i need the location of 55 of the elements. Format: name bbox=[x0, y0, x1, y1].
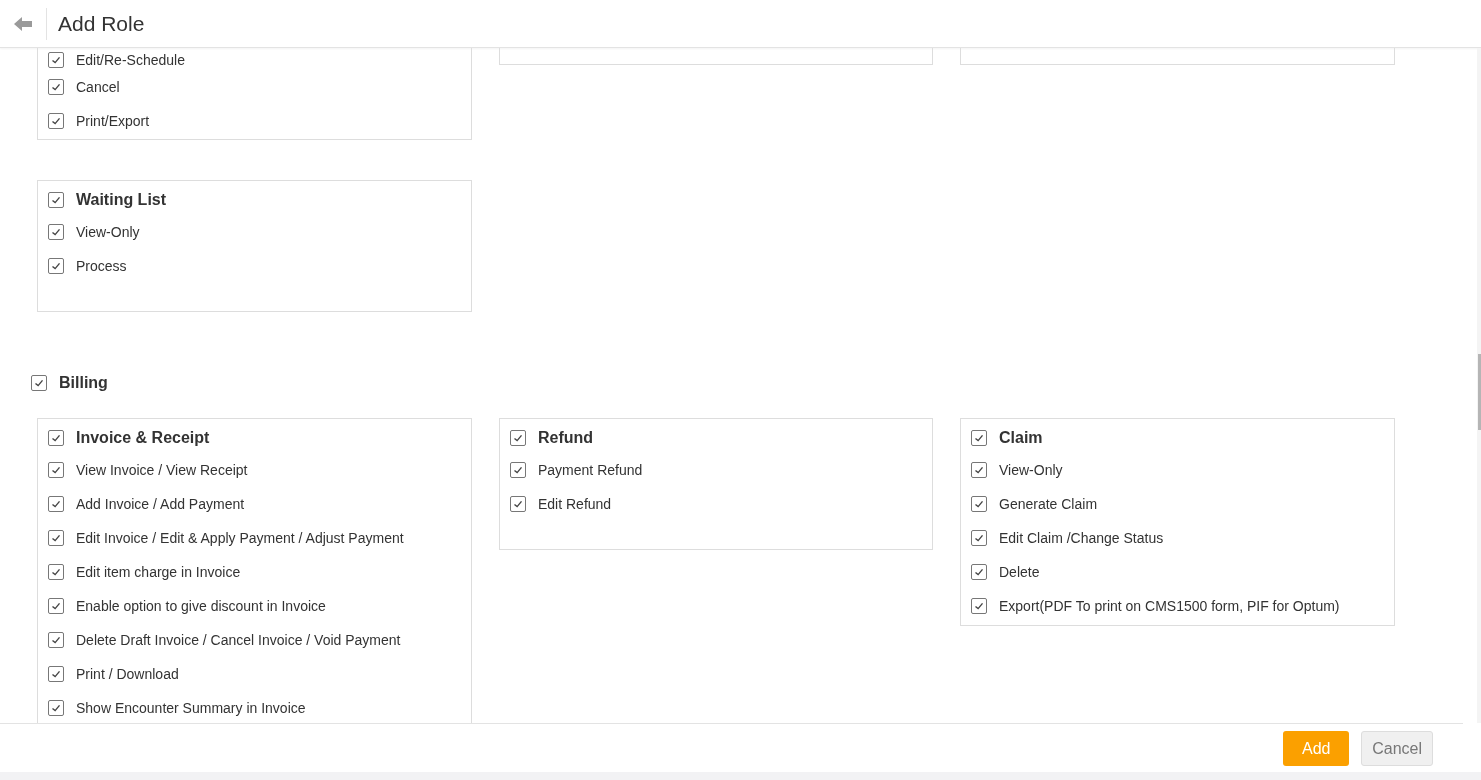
checkbox[interactable] bbox=[510, 496, 526, 512]
checkbox[interactable] bbox=[48, 598, 64, 614]
back-arrow-icon[interactable] bbox=[14, 16, 32, 31]
checkbox[interactable] bbox=[510, 430, 526, 446]
checkbox[interactable] bbox=[971, 530, 987, 546]
checkbox[interactable] bbox=[48, 192, 64, 208]
checkbox[interactable] bbox=[48, 52, 64, 68]
permission-label: Cancel bbox=[76, 79, 120, 95]
add-button[interactable]: Add bbox=[1283, 731, 1350, 766]
checkbox[interactable] bbox=[48, 496, 64, 512]
permission-label: Delete bbox=[999, 564, 1040, 580]
checkbox[interactable] bbox=[48, 666, 64, 682]
checkbox[interactable] bbox=[510, 462, 526, 478]
checkbox[interactable] bbox=[48, 700, 64, 716]
panel-title: Waiting List bbox=[76, 191, 167, 209]
checkbox[interactable] bbox=[48, 530, 64, 546]
permission-label: Process bbox=[76, 258, 127, 274]
checkbox[interactable] bbox=[48, 224, 64, 240]
checkbox[interactable] bbox=[971, 598, 987, 614]
permission-label: Payment Refund bbox=[538, 462, 643, 478]
checkbox[interactable] bbox=[31, 375, 47, 391]
checkbox[interactable] bbox=[48, 430, 64, 446]
permission-label: View Invoice / View Receipt bbox=[76, 462, 248, 478]
checkbox[interactable] bbox=[971, 564, 987, 580]
permission-label: Print / Download bbox=[76, 666, 179, 682]
checkbox[interactable] bbox=[48, 632, 64, 648]
checkbox[interactable] bbox=[48, 79, 64, 95]
panel-title: Invoice & Receipt bbox=[76, 429, 210, 447]
permission-label: Edit Claim /Change Status bbox=[999, 530, 1164, 546]
checkbox[interactable] bbox=[48, 113, 64, 129]
permission-label: Print/Export bbox=[76, 113, 150, 129]
permission-label: Edit Refund bbox=[538, 496, 612, 512]
checkbox[interactable] bbox=[971, 496, 987, 512]
permission-label: Delete Draft Invoice / Cancel Invoice / Void Payment bbox=[76, 632, 401, 648]
permission-label: Generate Claim bbox=[999, 496, 1098, 512]
checkbox[interactable] bbox=[48, 258, 64, 274]
permission-label: Edit Invoice / Edit & Apply Payment / Adjust Payment bbox=[76, 530, 404, 546]
permission-label: Export(PDF To print on CMS1500 form, PIF for Optum) bbox=[999, 598, 1340, 614]
checkbox[interactable] bbox=[971, 462, 987, 478]
checkbox[interactable] bbox=[48, 462, 64, 478]
cancel-button[interactable]: Cancel bbox=[1361, 731, 1433, 766]
permission-label: Show Encounter Summary in Invoice bbox=[76, 700, 306, 716]
permission-label: Add Invoice / Add Payment bbox=[76, 496, 245, 512]
permission-label: View-Only bbox=[999, 462, 1063, 478]
checkbox[interactable] bbox=[48, 564, 64, 580]
section-title: Billing bbox=[59, 374, 108, 392]
scrollbar-thumb[interactable] bbox=[1478, 354, 1481, 430]
permission-label: Edit/Re-Schedule bbox=[76, 52, 185, 68]
page-title: Add Role bbox=[58, 11, 145, 36]
permission-label: Edit item charge in Invoice bbox=[76, 564, 241, 580]
checkbox[interactable] bbox=[971, 430, 987, 446]
permission-label: Enable option to give discount in Invoice bbox=[76, 598, 326, 614]
panel-title: Claim bbox=[999, 429, 1043, 447]
panel-title: Refund bbox=[538, 429, 594, 447]
permission-label: View-Only bbox=[76, 224, 140, 240]
